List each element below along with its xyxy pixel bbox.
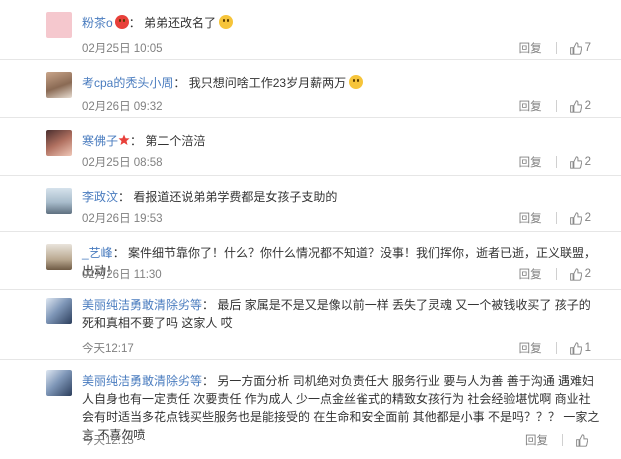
avatar[interactable] <box>46 244 72 270</box>
username[interactable]: 粉茶o <box>82 16 113 30</box>
reply-button[interactable]: 回复 <box>519 266 542 282</box>
like-button[interactable] <box>575 433 591 447</box>
like-button[interactable]: 7 <box>569 41 591 55</box>
username[interactable]: 考cpa的秃头小周 <box>82 76 173 90</box>
comment-item: 考cpa的秃头小周： 我只想问啥工作23岁月薪两万 02月26日 09:32 回… <box>0 60 621 118</box>
star-badge-icon <box>118 134 130 145</box>
comment-text: 弟弟还改名了 <box>144 16 217 30</box>
like-count: 2 <box>584 156 591 168</box>
avatar[interactable] <box>46 370 72 396</box>
username[interactable]: 李政汶 <box>82 190 118 204</box>
like-button[interactable]: 2 <box>569 267 591 281</box>
like-button[interactable]: 2 <box>569 211 591 225</box>
avatar[interactable] <box>46 12 72 38</box>
thumbs-up-icon <box>569 211 582 225</box>
reply-button[interactable]: 回复 <box>519 98 542 114</box>
thumbs-up-icon <box>569 99 582 113</box>
comment-time: 02月25日 08:58 <box>82 157 163 169</box>
like-count: 2 <box>584 268 591 280</box>
divider <box>555 268 557 280</box>
username[interactable]: 寒佛子 <box>82 134 118 148</box>
emoji-icon <box>114 15 129 29</box>
comment-time: 02月26日 09:32 <box>82 101 163 113</box>
avatar[interactable] <box>46 298 72 324</box>
divider <box>555 42 557 54</box>
comment-item: 寒佛子： 第二个涪涪 02月25日 08:58 回复 2 <box>0 118 621 176</box>
like-count: 7 <box>584 42 591 54</box>
username[interactable]: 美丽纯洁勇敢清除劣等 <box>82 298 202 312</box>
avatar[interactable] <box>46 188 72 214</box>
reply-button[interactable]: 回复 <box>519 154 542 170</box>
thumbs-up-icon <box>569 155 582 169</box>
like-button[interactable]: 2 <box>569 155 591 169</box>
like-button[interactable]: 2 <box>569 99 591 113</box>
comment-item: _艺峰： 案件细节靠你了！什么？你什么情况都不知道？没事！我们挥你，逝者已逝，正… <box>0 232 621 290</box>
reply-button[interactable]: 回复 <box>519 210 542 226</box>
divider <box>555 212 557 224</box>
comment-text: 第二个涪涪 <box>145 134 206 148</box>
comment-time: 今天12:15 <box>82 435 134 447</box>
username[interactable]: 美丽纯洁勇敢清除劣等 <box>82 374 202 388</box>
comment-time: 今天12:17 <box>82 343 134 355</box>
comment-text: 我只想问啥工作23岁月薪两万 <box>188 76 347 90</box>
thumbs-up-icon <box>569 341 582 355</box>
comment-item: 美丽纯洁勇敢清除劣等： 另一方面分析 司机绝对负责任大 服务行业 要与人为善 善… <box>0 360 621 459</box>
comment-item: 粉茶o： 弟弟还改名了 02月25日 10:05 回复 7 <box>0 0 621 60</box>
emoji-icon <box>219 15 234 29</box>
comment-text: 看报道还说弟弟学费都是女孩子支助的 <box>133 190 338 204</box>
divider <box>555 100 557 112</box>
divider <box>562 434 563 446</box>
like-count: 2 <box>584 100 591 112</box>
like-button[interactable]: 1 <box>569 341 591 355</box>
reply-button[interactable]: 回复 <box>525 432 548 448</box>
thumbs-up-icon <box>576 433 588 447</box>
reply-button[interactable]: 回复 <box>519 40 542 56</box>
username[interactable]: _艺峰 <box>82 246 113 260</box>
comment-time: 02月25日 10:05 <box>82 43 163 55</box>
comment-time: 02月26日 11:30 <box>82 269 162 281</box>
avatar[interactable] <box>46 130 72 156</box>
avatar[interactable] <box>46 72 72 98</box>
thumbs-up-icon <box>569 267 582 281</box>
comment-item: 李政汶： 看报道还说弟弟学费都是女孩子支助的 02月26日 19:53 回复 2 <box>0 176 621 232</box>
like-count: 2 <box>584 212 591 224</box>
thumbs-up-icon <box>569 41 582 55</box>
divider <box>555 342 557 354</box>
emoji-icon <box>349 75 364 89</box>
like-count: 1 <box>584 342 591 354</box>
divider <box>555 156 557 168</box>
comment-time: 02月26日 19:53 <box>82 213 163 225</box>
reply-button[interactable]: 回复 <box>519 340 542 356</box>
comment-item: 美丽纯洁勇敢清除劣等： 最后 家属是不是又是像以前一样 丢失了灵魂 又一个被钱收… <box>0 290 621 360</box>
